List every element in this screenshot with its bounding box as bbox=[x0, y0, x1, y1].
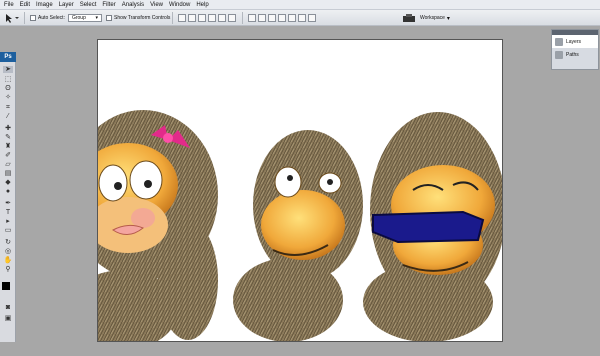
separator bbox=[24, 12, 25, 24]
panel-tab-paths[interactable]: Paths bbox=[552, 48, 598, 61]
menu-help[interactable]: Help bbox=[196, 0, 208, 10]
document-canvas[interactable] bbox=[97, 39, 503, 342]
align-hcenter-icon[interactable] bbox=[218, 14, 226, 22]
menu-layer[interactable]: Layer bbox=[59, 0, 74, 10]
align-buttons bbox=[178, 13, 238, 23]
paths-icon bbox=[555, 50, 563, 59]
menu-file[interactable]: File bbox=[4, 0, 14, 10]
crop-tool-icon[interactable]: ⌗ bbox=[3, 104, 13, 111]
type-tool-icon[interactable]: T bbox=[3, 209, 13, 216]
eraser-tool-icon[interactable]: ▱ bbox=[3, 161, 13, 168]
align-vcenter-icon[interactable] bbox=[188, 14, 196, 22]
left-monkey bbox=[98, 110, 218, 341]
menu-view[interactable]: View bbox=[150, 0, 163, 10]
right-monkey bbox=[363, 112, 502, 341]
workspace-label: Workspace bbox=[420, 15, 445, 21]
show-transform-label: Show Transform Controls bbox=[114, 15, 171, 21]
distribute-vcenter-icon[interactable] bbox=[258, 14, 266, 22]
chevron-down-icon: ▾ bbox=[446, 15, 450, 22]
align-right-icon[interactable] bbox=[228, 14, 236, 22]
rectangle-tool-icon[interactable]: ▭ bbox=[3, 227, 13, 234]
lasso-tool-icon[interactable]: ʘ bbox=[3, 85, 13, 92]
magic-wand-tool-icon[interactable]: ✧ bbox=[3, 94, 13, 101]
distribute-buttons bbox=[248, 13, 318, 23]
blur-tool-icon[interactable]: ◆ bbox=[3, 179, 13, 186]
history-brush-tool-icon[interactable]: ✐ bbox=[3, 152, 13, 159]
gradient-tool-icon[interactable]: ▤ bbox=[3, 170, 13, 177]
distribute-right-icon[interactable] bbox=[298, 14, 306, 22]
separator bbox=[242, 12, 243, 24]
screen-mode-icon[interactable]: ▣ bbox=[3, 315, 13, 322]
auto-select-checkbox[interactable] bbox=[30, 15, 36, 21]
menu-image[interactable]: Image bbox=[36, 0, 53, 10]
eyedropper-tool-icon[interactable]: ⁄ bbox=[3, 113, 13, 120]
separator bbox=[172, 12, 173, 24]
3d-rotate-tool-icon[interactable]: ↻ bbox=[3, 239, 13, 246]
auto-select-dropdown[interactable]: Group ▾ bbox=[67, 14, 102, 22]
auto-select-label: Auto Select: bbox=[38, 15, 65, 21]
move-tool-icon bbox=[6, 14, 19, 23]
status-area bbox=[0, 342, 600, 356]
healing-brush-tool-icon[interactable]: ✚ bbox=[3, 125, 13, 132]
auto-select-value: Group bbox=[71, 15, 86, 21]
foreground-color-swatch[interactable] bbox=[2, 282, 10, 290]
clone-stamp-tool-icon[interactable]: ♜ bbox=[3, 143, 13, 150]
align-bottom-icon[interactable] bbox=[198, 14, 206, 22]
ps-logo: Ps bbox=[0, 52, 16, 62]
menu-edit[interactable]: Edit bbox=[20, 0, 30, 10]
panel-tab-layers[interactable]: Layers bbox=[552, 35, 598, 48]
menu-select[interactable]: Select bbox=[80, 0, 97, 10]
workspace-button[interactable]: Workspace ▾ bbox=[420, 13, 450, 23]
menu-filter[interactable]: Filter bbox=[102, 0, 115, 10]
menu-window[interactable]: Window bbox=[169, 0, 190, 10]
layers-icon bbox=[555, 37, 563, 46]
bridge-button[interactable] bbox=[402, 13, 416, 23]
bridge-icon bbox=[403, 14, 415, 22]
toolbox: Ps ➤ ⬚ ʘ ✧ ⌗ ⁄ ✚ ✎ ♜ ✐ ▱ ▤ ◆ ● ✒ T ▸ ▭ ↻… bbox=[0, 52, 16, 342]
move-tool-icon[interactable]: ➤ bbox=[3, 66, 13, 73]
distribute-hcenter-icon[interactable] bbox=[288, 14, 296, 22]
middle-monkey bbox=[233, 130, 363, 341]
show-transform-checkbox[interactable] bbox=[106, 15, 112, 21]
quick-mask-icon[interactable]: ◙ bbox=[3, 304, 13, 311]
distribute-bottom-icon[interactable] bbox=[268, 14, 276, 22]
layers-paths-panel: Layers Paths bbox=[551, 29, 599, 70]
menu-analysis[interactable]: Analysis bbox=[122, 0, 144, 10]
options-bar: Auto Select: Group ▾ Show Transform Cont… bbox=[0, 10, 600, 26]
auto-align-icon[interactable] bbox=[308, 14, 316, 22]
brush-tool-icon[interactable]: ✎ bbox=[3, 134, 13, 141]
menu-bar: File Edit Image Layer Select Filter Anal… bbox=[0, 0, 600, 10]
chevron-down-icon: ▾ bbox=[95, 15, 98, 21]
distribute-top-icon[interactable] bbox=[248, 14, 256, 22]
panel-tab-layers-label: Layers bbox=[566, 38, 582, 45]
align-top-icon[interactable] bbox=[178, 14, 186, 22]
distribute-left-icon[interactable] bbox=[278, 14, 286, 22]
zoom-tool-icon[interactable]: ⚲ bbox=[3, 266, 13, 273]
hand-tool-icon[interactable]: ✋ bbox=[3, 257, 13, 264]
align-left-icon[interactable] bbox=[208, 14, 216, 22]
marquee-tool-icon[interactable]: ⬚ bbox=[3, 76, 13, 83]
panel-tab-paths-label: Paths bbox=[566, 51, 579, 58]
monkeys-artwork bbox=[98, 110, 502, 341]
3d-orbit-tool-icon[interactable]: ◎ bbox=[3, 248, 13, 255]
dodge-tool-icon[interactable]: ● bbox=[3, 188, 13, 195]
path-selection-tool-icon[interactable]: ▸ bbox=[3, 218, 13, 225]
move-tool-preset[interactable] bbox=[4, 13, 20, 23]
pen-tool-icon[interactable]: ✒ bbox=[3, 200, 13, 207]
